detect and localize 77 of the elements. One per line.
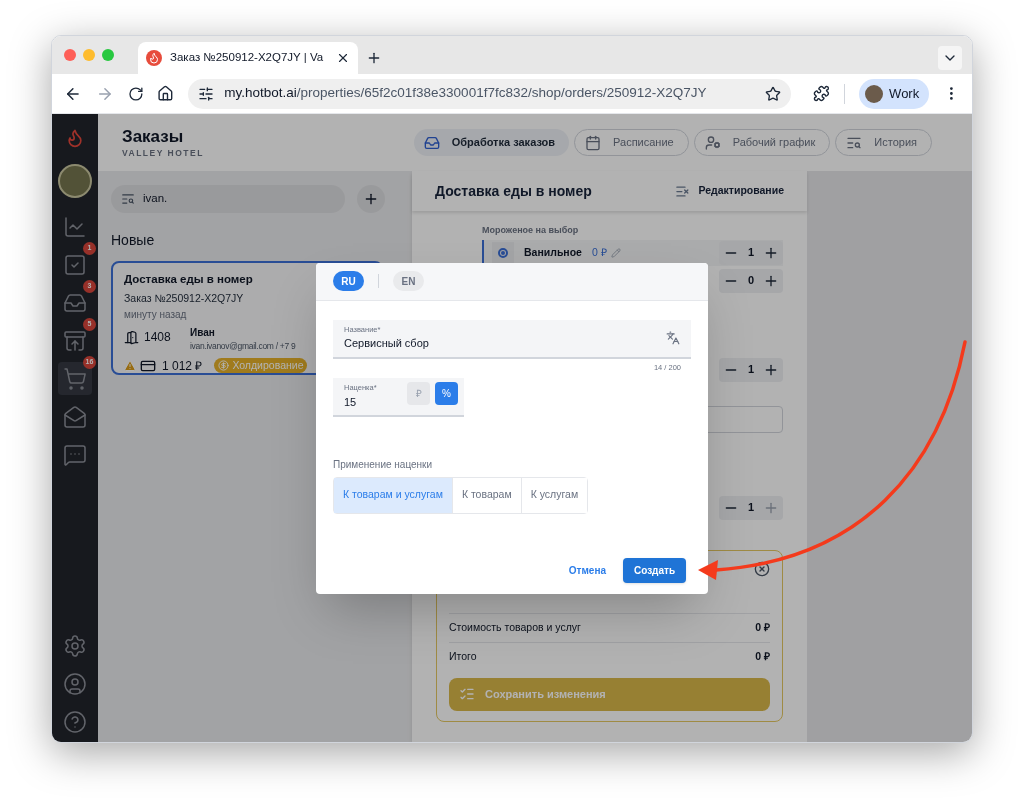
new-tab-icon[interactable]: [366, 50, 382, 66]
settings-icon[interactable]: [63, 634, 87, 658]
calendar-icon: [585, 134, 602, 151]
option-price: 0 ₽: [591, 244, 607, 260]
url-text: my.hotbot.ai/properties/65f2c01f38e330001f7fc832/shop/orders/250912-X2Q7JY: [224, 84, 708, 103]
order-time: минуту назад: [124, 308, 188, 322]
option-label: Ванильное: [524, 244, 582, 260]
profile-icon[interactable]: [63, 672, 87, 696]
page-title: Заказы: [122, 125, 185, 147]
segment-option[interactable]: К услугам: [520, 477, 588, 513]
translate-icon[interactable]: [666, 331, 680, 345]
section-title: Новые: [111, 231, 156, 250]
inbox-icon: [423, 134, 440, 151]
summary-value: 0 ₽: [755, 648, 770, 664]
add-button[interactable]: [357, 185, 385, 213]
list-x-icon: [675, 183, 691, 199]
option-row[interactable]: 0: [482, 267, 783, 294]
chat-icon: [63, 442, 87, 467]
bookmark-icon[interactable]: [765, 85, 782, 102]
quantity-value: 0: [747, 273, 755, 289]
tab-title: Заказ №250912-X2Q7JY | Va: [170, 50, 325, 66]
cancel-button[interactable]: Отмена: [568, 562, 606, 578]
extensions-icon[interactable]: [813, 85, 831, 102]
profile-button[interactable]: Work: [859, 78, 930, 109]
home-icon[interactable]: [157, 85, 175, 102]
tray-icon: [63, 328, 87, 353]
guest-contact: ivan.ivanov@gmail.com / +7 9: [190, 340, 296, 353]
panel-title: Доставка еды в номер: [435, 181, 592, 201]
flame-icon: [146, 50, 162, 66]
option-group-label: Мороженое на выбор: [482, 224, 580, 237]
address-bar[interactable]: my.hotbot.ai/properties/65f2c01f38e330001f7fc832/shop/orders/250912-X2Q7JY: [188, 78, 792, 109]
avatar-icon: [865, 84, 884, 103]
summary-value: 0 ₽: [755, 619, 770, 635]
header-tab[interactable]: Обработка заказов: [413, 129, 570, 156]
hotel-logo[interactable]: [58, 164, 92, 198]
order-title: Доставка еды в номер: [124, 272, 253, 287]
tab-menu-button[interactable]: [938, 46, 962, 70]
create-button[interactable]: Создать: [623, 557, 686, 583]
order-number: Заказ №250912-X2Q7JY: [124, 291, 245, 307]
help-icon[interactable]: [63, 710, 87, 734]
quantity-value: 1: [747, 245, 755, 261]
order-amount: 1 012 ₽: [162, 357, 203, 375]
unit-toggle[interactable]: %: [435, 381, 458, 405]
sidebar-item[interactable]: [58, 362, 92, 395]
chart-icon: [63, 214, 87, 239]
quantity-stepper[interactable]: 1: [719, 495, 783, 520]
plus-icon: [363, 191, 379, 207]
radio-button[interactable]: [492, 241, 514, 264]
status-badge: Холдирование: [214, 358, 308, 374]
mail-icon: [63, 404, 87, 429]
edit-button[interactable]: Редактирование: [675, 183, 784, 199]
hotel-name: VALLEY HOTEL: [122, 146, 204, 160]
quantity-stepper[interactable]: 0: [719, 268, 783, 293]
summary-label: Итого: [449, 648, 477, 664]
quantity-value: 1: [747, 500, 755, 516]
language-tab[interactable]: EN: [393, 271, 424, 291]
site-settings-icon[interactable]: [198, 85, 215, 102]
door-icon: [124, 329, 139, 345]
checkbox-icon: [63, 252, 87, 277]
quantity-value: 1: [747, 362, 755, 378]
guest-name: Иван: [190, 326, 216, 340]
close-window-button[interactable]: [64, 49, 76, 61]
checklist-icon: [459, 686, 475, 702]
user-gear-icon: [704, 134, 721, 151]
apply-label: Применение наценки: [333, 457, 434, 472]
quantity-stepper[interactable]: 1: [719, 357, 783, 382]
search-field[interactable]: ivan.: [111, 185, 345, 213]
reload-icon[interactable]: [127, 85, 144, 102]
browser-tab[interactable]: Заказ №250912-X2Q7JY | Va: [138, 42, 358, 74]
quantity-stepper[interactable]: 1: [719, 240, 783, 265]
close-tab-icon[interactable]: [336, 51, 350, 65]
cart-icon: [63, 366, 87, 391]
option-row[interactable]: Ванильное 0 ₽ 1: [482, 239, 783, 266]
summary-label: Стоимость товаров и услуг: [449, 619, 581, 635]
search-icon: [121, 192, 135, 206]
room-number: 1408: [144, 329, 171, 346]
language-tab[interactable]: RU: [333, 271, 364, 291]
